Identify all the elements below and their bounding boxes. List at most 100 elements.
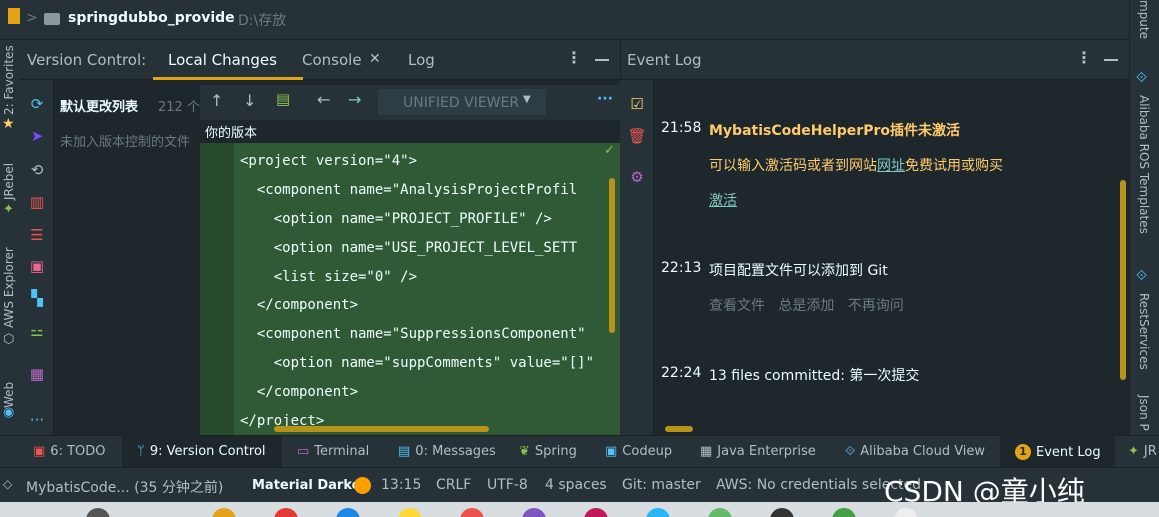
- refresh-icon[interactable]: ⟳: [27, 94, 47, 114]
- compute-tab[interactable]: mpute: [1137, 0, 1151, 39]
- status-icon: ◇: [3, 477, 13, 491]
- aws-explorer-tab[interactable]: AWS Explorer: [2, 240, 16, 328]
- vcs-toolbar: ⟳ ➤ ⟲ ▥ ☰ ▣ ▚ ⚍ ▦ ···: [20, 80, 54, 435]
- terminal-tab[interactable]: ▭ Terminal: [297, 444, 369, 459]
- grid-icon[interactable]: ▦: [27, 364, 47, 384]
- event-title: 项目配置文件可以添加到 Git: [709, 263, 888, 279]
- event-time: 21:58: [661, 120, 702, 136]
- edit-source-icon[interactable]: ▤: [276, 90, 290, 108]
- minimize-icon[interactable]: [1104, 59, 1118, 61]
- changelist-icon[interactable]: ☰: [27, 225, 47, 245]
- commit-icon[interactable]: ➤: [27, 126, 47, 146]
- code-line: <project version="4">: [240, 153, 418, 169]
- line-separator[interactable]: CRLF: [436, 477, 471, 493]
- unversioned-files[interactable]: 未加入版本控制的文件: [60, 131, 200, 150]
- app-icon[interactable]: [708, 508, 732, 517]
- app-icon[interactable]: [460, 508, 484, 517]
- indent-setting[interactable]: 4 spaces: [545, 477, 607, 493]
- spring-tab[interactable]: ❦ Spring: [519, 444, 577, 459]
- event-log-tab[interactable]: 1 Event Log: [1015, 444, 1101, 460]
- app-icon[interactable]: [212, 508, 236, 517]
- app-icon[interactable]: [646, 508, 670, 517]
- group-icon[interactable]: ▚: [27, 288, 47, 308]
- vcs-title: Version Control:: [27, 51, 147, 69]
- star-icon: ★: [2, 116, 15, 132]
- event-log-badge: 1: [1015, 444, 1031, 460]
- java-enterprise-tab[interactable]: ▦ Java Enterprise: [700, 444, 816, 459]
- vertical-scrollbar[interactable]: [1120, 180, 1126, 380]
- code-line: <option name="PROJECT_PROFILE" />: [240, 211, 552, 227]
- app-icon[interactable]: [86, 508, 110, 517]
- diff-gutter: [200, 143, 234, 435]
- arrow-up-icon[interactable]: ↑: [210, 91, 223, 110]
- folder-icon: [8, 8, 20, 24]
- jrebel-icon: ✦: [1128, 444, 1139, 459]
- rest-icon: ⟐: [1136, 268, 1148, 284]
- app-icon[interactable]: [770, 508, 794, 517]
- website-link[interactable]: 网址: [877, 158, 905, 174]
- todo-tab[interactable]: ▣ 6: TODO: [33, 444, 106, 459]
- more-options-icon[interactable]: ⋮: [1076, 48, 1092, 67]
- tab-local-changes[interactable]: Local Changes: [168, 51, 277, 69]
- favorites-tab[interactable]: 2: Favorites: [2, 40, 16, 115]
- arrow-left-icon[interactable]: ←: [317, 90, 330, 109]
- code-line: <component name="SuppressionsComponent": [240, 326, 586, 342]
- horizontal-scrollbar[interactable]: [274, 426, 489, 432]
- tab-log[interactable]: Log: [408, 51, 435, 69]
- arrow-down-icon[interactable]: ↓: [243, 91, 256, 110]
- app-icon[interactable]: [522, 508, 546, 517]
- breadcrumb-project[interactable]: springdubbo_provide: [68, 10, 235, 26]
- tab-label: Spring: [534, 444, 577, 459]
- app-icon[interactable]: [894, 508, 918, 517]
- app-icon[interactable]: [398, 508, 422, 517]
- vertical-scrollbar[interactable]: [609, 178, 615, 333]
- settings-icon[interactable]: ⚙: [627, 167, 647, 187]
- tab-console[interactable]: Console: [302, 51, 362, 69]
- json-tab[interactable]: Json P: [1137, 395, 1151, 431]
- git-branch[interactable]: Git: master: [622, 477, 701, 493]
- web-tab[interactable]: Web: [2, 372, 16, 408]
- theme-label[interactable]: Material Darker: [252, 478, 367, 493]
- diff-icon[interactable]: ▥: [27, 192, 47, 212]
- changelist-name[interactable]: 默认更改列表: [60, 96, 138, 115]
- app-icon[interactable]: [584, 508, 608, 517]
- mark-read-icon[interactable]: ☑: [627, 94, 647, 114]
- status-message[interactable]: MybatisCode... (35 分钟之前): [26, 477, 223, 497]
- rollback-icon[interactable]: ⟲: [27, 160, 47, 180]
- more-icon[interactable]: ···: [27, 410, 47, 430]
- rest-services-tab[interactable]: RestServices: [1137, 293, 1151, 370]
- horizontal-scrollbar[interactable]: [665, 426, 693, 432]
- trash-icon[interactable]: 🗑: [627, 126, 647, 146]
- event-time: 22:13: [661, 260, 702, 276]
- file-encoding[interactable]: UTF-8: [487, 477, 528, 493]
- code-line: <list size="0" />: [240, 269, 418, 285]
- theme-dot-icon: [354, 477, 371, 494]
- jrebel-tab[interactable]: JRebel: [2, 152, 16, 200]
- terminal-icon: ▭: [297, 444, 310, 459]
- alibaba-cloud-view-tab[interactable]: ⟐ Alibaba Cloud View: [845, 444, 985, 459]
- code-editor[interactable]: <project version="4"> <component name="A…: [234, 143, 604, 435]
- tab-label: 6: TODO: [50, 444, 106, 459]
- caret-position[interactable]: 13:15: [381, 477, 421, 493]
- close-icon[interactable]: ✕: [369, 51, 381, 67]
- more-options-icon[interactable]: ⋮: [566, 48, 582, 67]
- event-title: 13 files committed: 第一次提交: [709, 368, 920, 384]
- version-control-tab[interactable]: ᛘ 9: Version Control: [137, 444, 266, 459]
- messages-tab[interactable]: ▤ 0: Messages: [398, 444, 496, 459]
- tab-label: Alibaba Cloud View: [860, 444, 986, 459]
- hierarchy-icon[interactable]: ⚍: [27, 321, 47, 341]
- activate-link[interactable]: 激活: [709, 190, 737, 210]
- shelve-icon[interactable]: ▣: [27, 256, 47, 276]
- app-icon[interactable]: [832, 508, 856, 517]
- code-line: <component name="AnalysisProjectProfil: [240, 182, 578, 198]
- event-actions[interactable]: 查看文件 总是添加 不再询问: [709, 295, 904, 315]
- vcs-panel-header: Version Control: Local Changes Console ✕…: [20, 40, 620, 80]
- alibaba-ros-tab[interactable]: Alibaba ROS Templates: [1137, 95, 1151, 234]
- codeup-tab[interactable]: ▣ Codeup: [605, 444, 672, 459]
- app-icon[interactable]: [336, 508, 360, 517]
- arrow-right-icon[interactable]: →: [348, 90, 361, 109]
- jrebel-tab[interactable]: ✦ JR: [1128, 444, 1157, 459]
- app-icon[interactable]: [274, 508, 298, 517]
- minimize-icon[interactable]: [595, 59, 609, 61]
- more-icon[interactable]: ···: [597, 91, 613, 107]
